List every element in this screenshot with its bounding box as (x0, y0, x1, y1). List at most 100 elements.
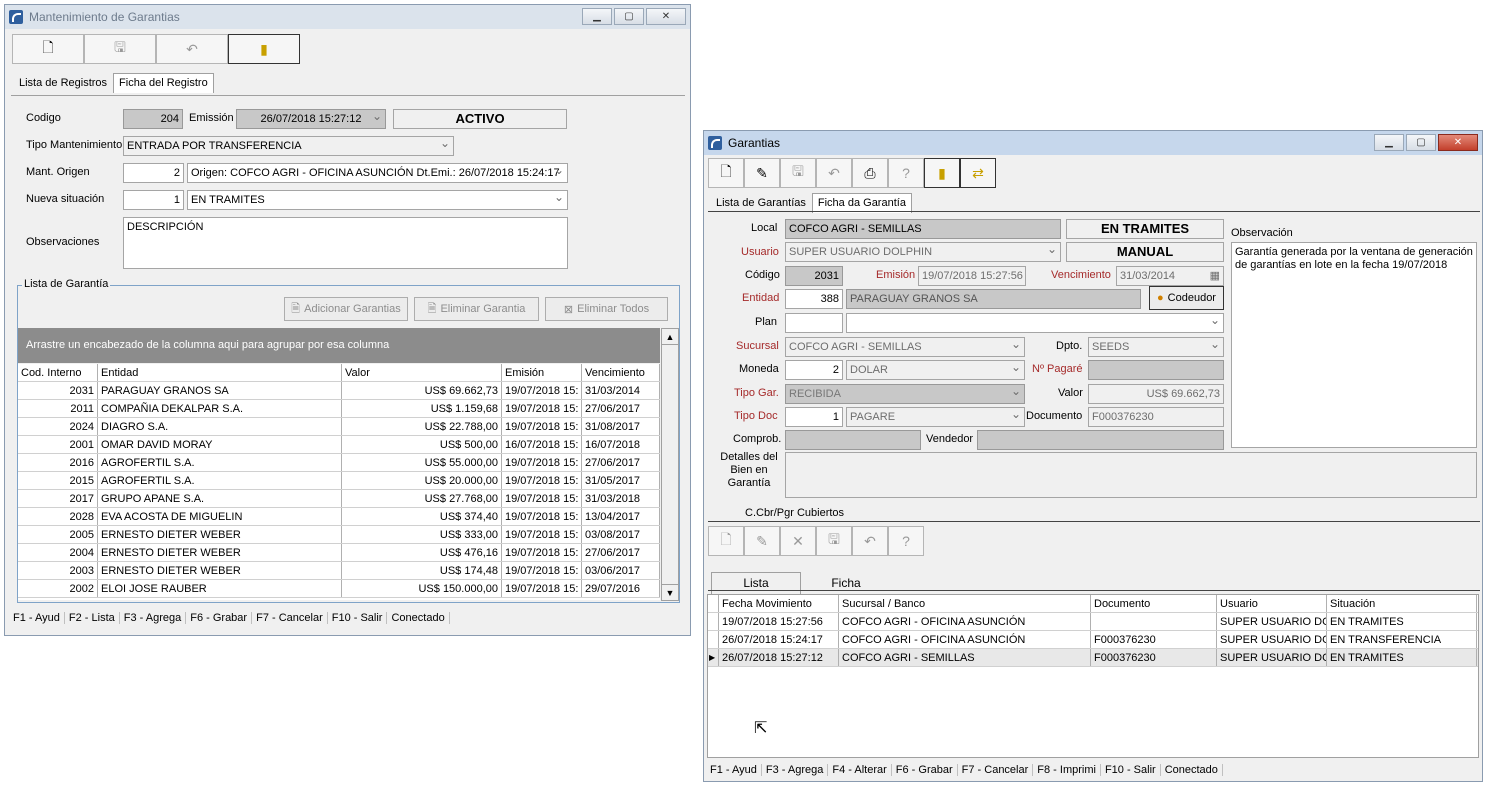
detalles-textarea[interactable] (785, 452, 1477, 498)
exit-door-icon[interactable]: ▮ (924, 158, 960, 188)
grid-scrollbar[interactable]: ▲ ▼ (661, 328, 679, 601)
table-row[interactable]: 2005 ERNESTO DIETER WEBER US$ 333,00 19/07/… (18, 526, 660, 544)
mantenimiento-window: Mantenimiento de Garantias ▁ ▢ ✕ 🗋 🖫 ↶ ▮… (4, 4, 691, 636)
mant-origen-select[interactable]: Origen: COFCO AGRI - OFICINA ASUNCIÓN Dt… (187, 163, 568, 183)
column-header[interactable]: Fecha Movimiento (719, 595, 839, 612)
close-button[interactable]: ✕ (1438, 134, 1478, 151)
edit-document-icon[interactable]: ✎ (744, 526, 780, 556)
exit-door-icon[interactable]: ▮ (228, 34, 300, 64)
column-header[interactable]: Valor (342, 364, 502, 381)
printer-icon[interactable]: ⎙ (852, 158, 888, 188)
observacion-textarea[interactable]: Garantía generada por la ventana de gene… (1231, 242, 1477, 448)
edit-document-icon[interactable]: ✎ (744, 158, 780, 188)
new-document-icon[interactable]: 🗋 (12, 34, 84, 64)
maximize-button[interactable]: ▢ (1406, 134, 1436, 151)
moneda-num[interactable]: 2 (785, 360, 843, 380)
nueva-situacion-num[interactable]: 1 (123, 190, 184, 210)
new-document-icon[interactable]: 🗋 (708, 158, 744, 188)
save-icon[interactable]: 🖫 (780, 158, 816, 188)
column-header[interactable]: Situación (1327, 595, 1477, 612)
column-header[interactable]: Documento (1091, 595, 1217, 612)
entidad-num[interactable]: 388 (785, 289, 843, 309)
tab-ficha-registro[interactable]: Ficha del Registro (113, 73, 214, 93)
local-field[interactable]: COFCO AGRI - SEMILLAS (785, 219, 1061, 239)
tipo-doc-num[interactable]: 1 (785, 407, 843, 427)
delete-icon[interactable]: ✕ (780, 526, 816, 556)
table-row[interactable]: 2004 ERNESTO DIETER WEBER US$ 476,16 19/07/… (18, 544, 660, 562)
status-item: F10 - Salir (1101, 764, 1161, 776)
table-row[interactable]: 2001 OMAR DAVID MORAY US$ 500,00 16/07/2018… (18, 436, 660, 454)
column-header[interactable]: Usuario (1217, 595, 1327, 612)
plan-select[interactable] (846, 313, 1224, 333)
valor-field[interactable]: US$ 69.662,73 (1088, 384, 1224, 404)
dpto-select[interactable]: SEEDS (1088, 337, 1224, 357)
minimize-button[interactable]: ▁ (1374, 134, 1404, 151)
close-button[interactable]: ✕ (646, 8, 686, 25)
table-row[interactable]: 2015 AGROFERTIL S.A. US$ 20.000,00 19/07/20… (18, 472, 660, 490)
plan-label: Plan (755, 316, 778, 328)
table-cell: DIAGRO S.A. (98, 418, 342, 435)
undo-icon[interactable]: ↶ (156, 34, 228, 64)
pagare-field[interactable] (1088, 360, 1224, 380)
scroll-down-icon[interactable]: ▼ (662, 584, 678, 600)
tab-lista-registros[interactable]: Lista de Registros (13, 73, 113, 93)
eliminar-todos-button[interactable]: ⊠ Eliminar Todos (545, 297, 668, 321)
table-row[interactable]: 2024 DIAGRO S.A. US$ 22.788,00 19/07/2018 1… (18, 418, 660, 436)
minimize-button[interactable]: ▁ (582, 8, 612, 25)
calendar-icon[interactable]: ▦ (1210, 267, 1220, 285)
table-row[interactable]: ▶ 26/07/2018 15:27:12 COFCO AGRI - SEMILLA… (708, 649, 1478, 667)
status-item: F8 - Imprimi (1033, 764, 1101, 776)
usuario-select[interactable]: SUPER USUARIO DOLPHIN (785, 242, 1061, 262)
vendedor-field[interactable] (977, 430, 1224, 450)
mant-origen-num[interactable]: 2 (123, 163, 184, 183)
table-row[interactable]: 2017 GRUPO APANE S.A. US$ 27.768,00 19/07/2… (18, 490, 660, 508)
comprob-field[interactable] (785, 430, 921, 450)
save-icon[interactable]: 🖫 (816, 526, 852, 556)
tab-ficha-garantia[interactable]: Ficha da Garantía (811, 193, 912, 213)
maximize-button[interactable]: ▢ (614, 8, 644, 25)
transfer-icon[interactable]: ⇄ (960, 158, 996, 188)
tipo-mant-select[interactable]: ENTRADA POR TRANSFERENCIA (123, 136, 454, 156)
entidad-field[interactable]: PARAGUAY GRANOS SA (846, 289, 1141, 309)
table-row[interactable]: 19/07/2018 15:27:56 COFCO AGRI - OFICINA … (708, 613, 1478, 631)
plan-num[interactable] (785, 313, 843, 333)
emision-field[interactable]: 19/07/2018 15:27:56 (918, 266, 1026, 286)
tipo-gar-select[interactable]: RECIBIDA (785, 384, 1025, 404)
table-row[interactable]: 2011 COMPAÑIA DEKALPAR S.A. US$ 1.159,68 19… (18, 400, 660, 418)
table-row[interactable]: 2002 ELOI JOSE RAUBER US$ 150.000,00 19/07/… (18, 580, 660, 598)
table-cell: F000376230 (1091, 649, 1217, 666)
observaciones-textarea[interactable]: DESCRIPCIÓN (123, 217, 568, 269)
table-cell: 31/03/2018 (582, 490, 660, 507)
vencimiento-field[interactable]: 31/03/2014 ▦ (1116, 266, 1224, 286)
new-document-icon[interactable]: 🗋 (708, 526, 744, 556)
codeudor-button[interactable]: ● Codeudor (1149, 286, 1224, 310)
column-header[interactable]: Vencimiento (582, 364, 660, 381)
save-icon[interactable]: 🖫 (84, 34, 156, 64)
table-row[interactable]: 2003 ERNESTO DIETER WEBER US$ 174,48 19/07/… (18, 562, 660, 580)
column-header[interactable]: Entidad (98, 364, 342, 381)
undo-icon[interactable]: ↶ (852, 526, 888, 556)
table-row[interactable]: 2016 AGROFERTIL S.A. US$ 55.000,00 19/07/20… (18, 454, 660, 472)
codigo-field[interactable]: 2031 (785, 266, 843, 286)
help-icon[interactable]: ? (888, 526, 924, 556)
help-icon[interactable]: ? (888, 158, 924, 188)
documento-field[interactable]: F000376230 (1088, 407, 1224, 427)
column-header[interactable]: Emisión (502, 364, 582, 381)
emision-field[interactable]: 26/07/2018 15:27:12 (236, 109, 386, 129)
moneda-select[interactable]: DOLAR (846, 360, 1025, 380)
table-row[interactable]: 2028 EVA ACOSTA DE MIGUELIN US$ 374,40 19/0… (18, 508, 660, 526)
tab-lista-garantias[interactable]: Lista de Garantías (710, 193, 812, 213)
column-header[interactable]: Cod. Interno (18, 364, 98, 381)
table-row[interactable]: 2031 PARAGUAY GRANOS SA US$ 69.662,73 19/07… (18, 382, 660, 400)
undo-icon[interactable]: ↶ (816, 158, 852, 188)
column-header[interactable]: Sucursal / Banco (839, 595, 1091, 612)
nueva-situacion-select[interactable]: EN TRAMITES (187, 190, 568, 210)
tipo-doc-select[interactable]: PAGARE (846, 407, 1025, 427)
eliminar-garantia-button[interactable]: 🗎 Eliminar Garantia (414, 297, 539, 321)
adicionar-garantias-button[interactable]: 🗎 Adicionar Garantias (284, 297, 408, 321)
table-row[interactable]: 26/07/2018 15:24:17 COFCO AGRI - OFICINA … (708, 631, 1478, 649)
table-cell: 2004 (18, 544, 98, 561)
sucursal-select[interactable]: COFCO AGRI - SEMILLAS (785, 337, 1025, 357)
scroll-up-icon[interactable]: ▲ (662, 329, 678, 345)
codigo-field[interactable]: 204 (123, 109, 183, 129)
